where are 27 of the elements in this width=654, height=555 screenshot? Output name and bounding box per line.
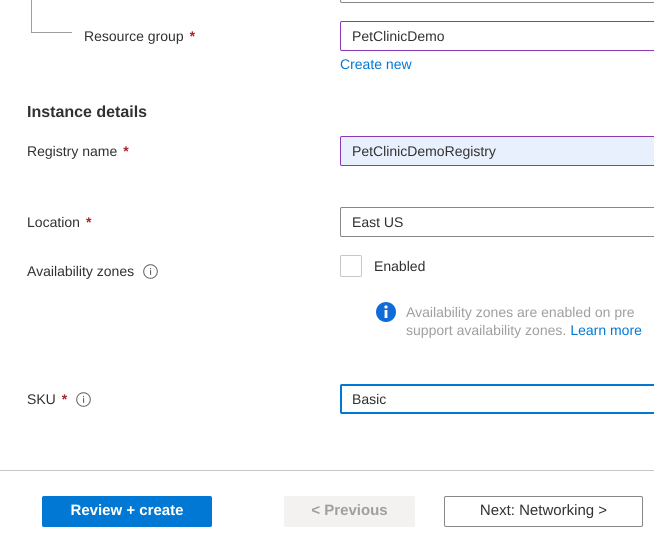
info-text: support availability zones. — [406, 321, 566, 339]
tree-connector — [31, 0, 72, 33]
learn-more-link[interactable]: Learn more — [570, 321, 642, 339]
input-field[interactable] — [340, 0, 654, 3]
checkbox-label: Enabled — [374, 256, 426, 276]
field-label: Resource group — [84, 26, 184, 46]
required-mark: * — [123, 142, 129, 160]
field-label: Location — [27, 212, 80, 232]
info-icon[interactable] — [76, 392, 92, 406]
wizard-button[interactable]: Next: Networking > — [444, 496, 643, 527]
info-text: Availability zones are enabled on pre — [406, 303, 636, 321]
wizard-button[interactable]: Review + create — [42, 496, 212, 527]
info-icon[interactable] — [143, 264, 158, 278]
required-mark: * — [86, 212, 92, 232]
dropdown-field[interactable]: East US — [340, 207, 654, 237]
input-field[interactable]: PetClinicDemoRegistry — [340, 136, 654, 166]
field-label: Availability zones — [27, 262, 134, 281]
input-field[interactable]: PetClinicDemo — [340, 21, 654, 51]
info-icon — [376, 302, 396, 322]
checkbox[interactable] — [340, 255, 362, 277]
dropdown-field[interactable]: Basic — [340, 384, 654, 414]
required-mark: * — [62, 390, 68, 408]
required-mark: * — [190, 26, 196, 46]
field-label: SKU — [27, 390, 56, 408]
create-new-link[interactable]: Create new — [340, 54, 412, 75]
field-label: Registry name — [27, 142, 118, 161]
section-heading: Instance details — [27, 103, 148, 123]
